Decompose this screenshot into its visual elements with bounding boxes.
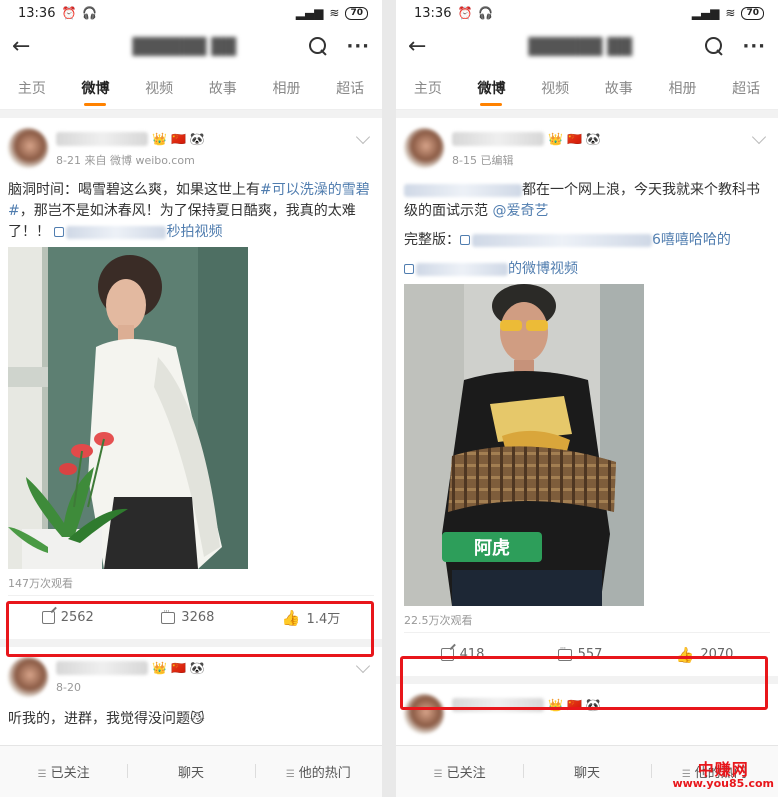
tab-home[interactable]: 主页 — [412, 70, 444, 106]
search-icon[interactable] — [308, 36, 328, 56]
full-video-link[interactable]: 6嘻嘻哈哈的 — [652, 232, 731, 248]
post-date-source: 8-15 已编辑 — [452, 154, 514, 167]
weibo-video-link[interactable]: 的微博视频 — [508, 261, 578, 277]
weibo-post: 👑 🇨🇳 🐼 8-20 听我的，进群，我觉得没问题😼 — [0, 647, 382, 730]
profile-tabs: 主页 微博 视频 故事 相册 超话 — [0, 66, 382, 110]
status-time: 13:36 — [414, 5, 452, 21]
bottom-toolbar: ☰ 已关注 聊天 ☰ 他的热门 — [0, 745, 382, 797]
tab-weibo[interactable]: 微博 — [475, 70, 507, 106]
post-text: 听我的，进群，我觉得没问题😼 — [8, 711, 205, 727]
signal-icon: ▂▄▆ — [691, 6, 720, 20]
alarm-icon: ⏰ — [457, 6, 473, 20]
name-tag-label: 阿虎 — [474, 537, 510, 559]
alarm-icon: ⏰ — [61, 6, 77, 20]
blurred-link-text — [66, 225, 167, 239]
weibo-post: 👑 🇨🇳 🐼 8-15 已编辑 都在一个网上浪，今天我就来个教科书级的面试示范 … — [396, 118, 778, 676]
username-blurred[interactable] — [452, 132, 544, 146]
more-icon[interactable]: ··· — [742, 36, 766, 57]
tab-album[interactable]: 相册 — [666, 70, 698, 106]
video-image: 阿虎 — [404, 284, 644, 606]
avatar[interactable] — [404, 128, 444, 168]
avatar[interactable] — [8, 657, 48, 697]
flag-badge-icon: 🇨🇳 — [170, 132, 186, 146]
tab-album[interactable]: 相册 — [270, 70, 302, 106]
video-thumbnail[interactable]: 阿虎 — [404, 284, 644, 606]
battery-indicator: 70 — [741, 6, 764, 20]
more-icon[interactable]: ··· — [346, 36, 370, 57]
video-thumbnail[interactable] — [8, 247, 248, 569]
tab-supertopic[interactable]: 超话 — [334, 70, 366, 106]
post-text: 都在一个网上浪，今天我就来个教科书级的面试示范 @爱奇艺 — [404, 182, 760, 219]
profile-title-blurred: ██████ ██ — [528, 36, 632, 56]
panda-badge-icon: 🐼 — [189, 661, 205, 675]
headphone-icon: 🎧 — [478, 6, 494, 20]
blurred-text — [404, 183, 522, 197]
top-navbar: ← ██████ ██ ··· — [396, 26, 778, 66]
top-navbar: ← ██████ ██ ··· — [0, 26, 382, 66]
view-count: 22.5万次观看 — [404, 614, 473, 627]
video-link-icon — [404, 264, 414, 274]
menu-icon: ☰ — [37, 769, 47, 780]
post-text-video: 的微博视频 — [404, 259, 770, 280]
tab-supertopic[interactable]: 超话 — [730, 70, 762, 106]
panda-badge-icon: 🐼 — [189, 132, 205, 146]
flag-badge-icon: 🇨🇳 — [170, 661, 186, 675]
search-icon[interactable] — [704, 36, 724, 56]
username-blurred[interactable] — [56, 661, 148, 675]
crown-badge-icon: 👑 — [548, 132, 563, 146]
video-link-icon — [54, 227, 65, 237]
followed-button[interactable]: ☰ 已关注 — [0, 762, 127, 781]
highlight-box-left — [6, 601, 374, 657]
profile-title-blurred: ██████ ██ — [132, 36, 236, 56]
signal-icon: ▂▄▆ — [295, 6, 324, 20]
video-link[interactable]: 秒拍视频 — [166, 224, 222, 240]
crown-badge-icon: 👑 — [152, 661, 167, 675]
wifi-icon: ≋ — [329, 6, 340, 20]
site-watermark: 中赚网 www.you85.com — [672, 760, 774, 791]
followed-button[interactable]: ☰ 已关注 — [396, 762, 523, 781]
avatar[interactable] — [8, 128, 48, 168]
blurred-link-text — [472, 233, 652, 247]
status-time: 13:36 — [18, 5, 56, 21]
tab-story[interactable]: 故事 — [207, 70, 239, 106]
video-image — [8, 247, 248, 569]
post-text-full: 完整版： 6嘻嘻哈哈的 — [404, 232, 731, 248]
headphone-icon: 🎧 — [82, 6, 98, 20]
chat-button[interactable]: 聊天 — [523, 762, 650, 781]
hot-posts-button[interactable]: ☰ 他的热门 — [254, 762, 382, 781]
tab-weibo[interactable]: 微博 — [79, 70, 111, 106]
view-count: 147万次观看 — [8, 577, 73, 590]
tab-video[interactable]: 视频 — [539, 70, 571, 106]
status-bar: 13:36 ⏰ 🎧 ▂▄▆ ≋ 70 — [396, 0, 778, 26]
tab-home[interactable]: 主页 — [16, 70, 48, 106]
weibo-post: 👑 🇨🇳 🐼 8-21 来自 微博 weibo.com 脑洞时间：喝雪碧这么爽，… — [0, 118, 382, 639]
menu-icon: ☰ — [433, 769, 443, 780]
highlight-box-right — [400, 656, 768, 710]
flag-badge-icon: 🇨🇳 — [566, 132, 582, 146]
post-date-source: 8-21 来自 微博 weibo.com — [56, 154, 195, 167]
mention-link[interactable]: @爱奇艺 — [492, 203, 548, 219]
menu-icon: ☰ — [285, 769, 295, 780]
profile-tabs: 主页 微博 视频 故事 相册 超话 — [396, 66, 778, 110]
tab-video[interactable]: 视频 — [143, 70, 175, 106]
post-date: 8-20 — [56, 681, 81, 694]
post-text: 脑洞时间：喝雪碧这么爽，如果这世上有#可以洗澡的雪碧#，那岂不是如沐春风！为了保… — [8, 182, 370, 240]
wifi-icon: ≋ — [725, 6, 736, 20]
back-arrow-icon[interactable]: ← — [12, 34, 42, 59]
left-phone-screen: 13:36 ⏰ 🎧 ▂▄▆ ≋ 70 ← ██████ ██ ··· 主页 微博… — [0, 0, 382, 797]
video-link-icon — [460, 235, 470, 245]
tab-story[interactable]: 故事 — [603, 70, 635, 106]
chat-button[interactable]: 聊天 — [127, 762, 254, 781]
back-arrow-icon[interactable]: ← — [408, 34, 438, 59]
crown-badge-icon: 👑 — [152, 132, 167, 146]
username-blurred[interactable] — [56, 132, 148, 146]
status-bar: 13:36 ⏰ 🎧 ▂▄▆ ≋ 70 — [0, 0, 382, 26]
panda-badge-icon: 🐼 — [585, 132, 601, 146]
battery-indicator: 70 — [345, 6, 368, 20]
blurred-link-text — [416, 262, 508, 276]
